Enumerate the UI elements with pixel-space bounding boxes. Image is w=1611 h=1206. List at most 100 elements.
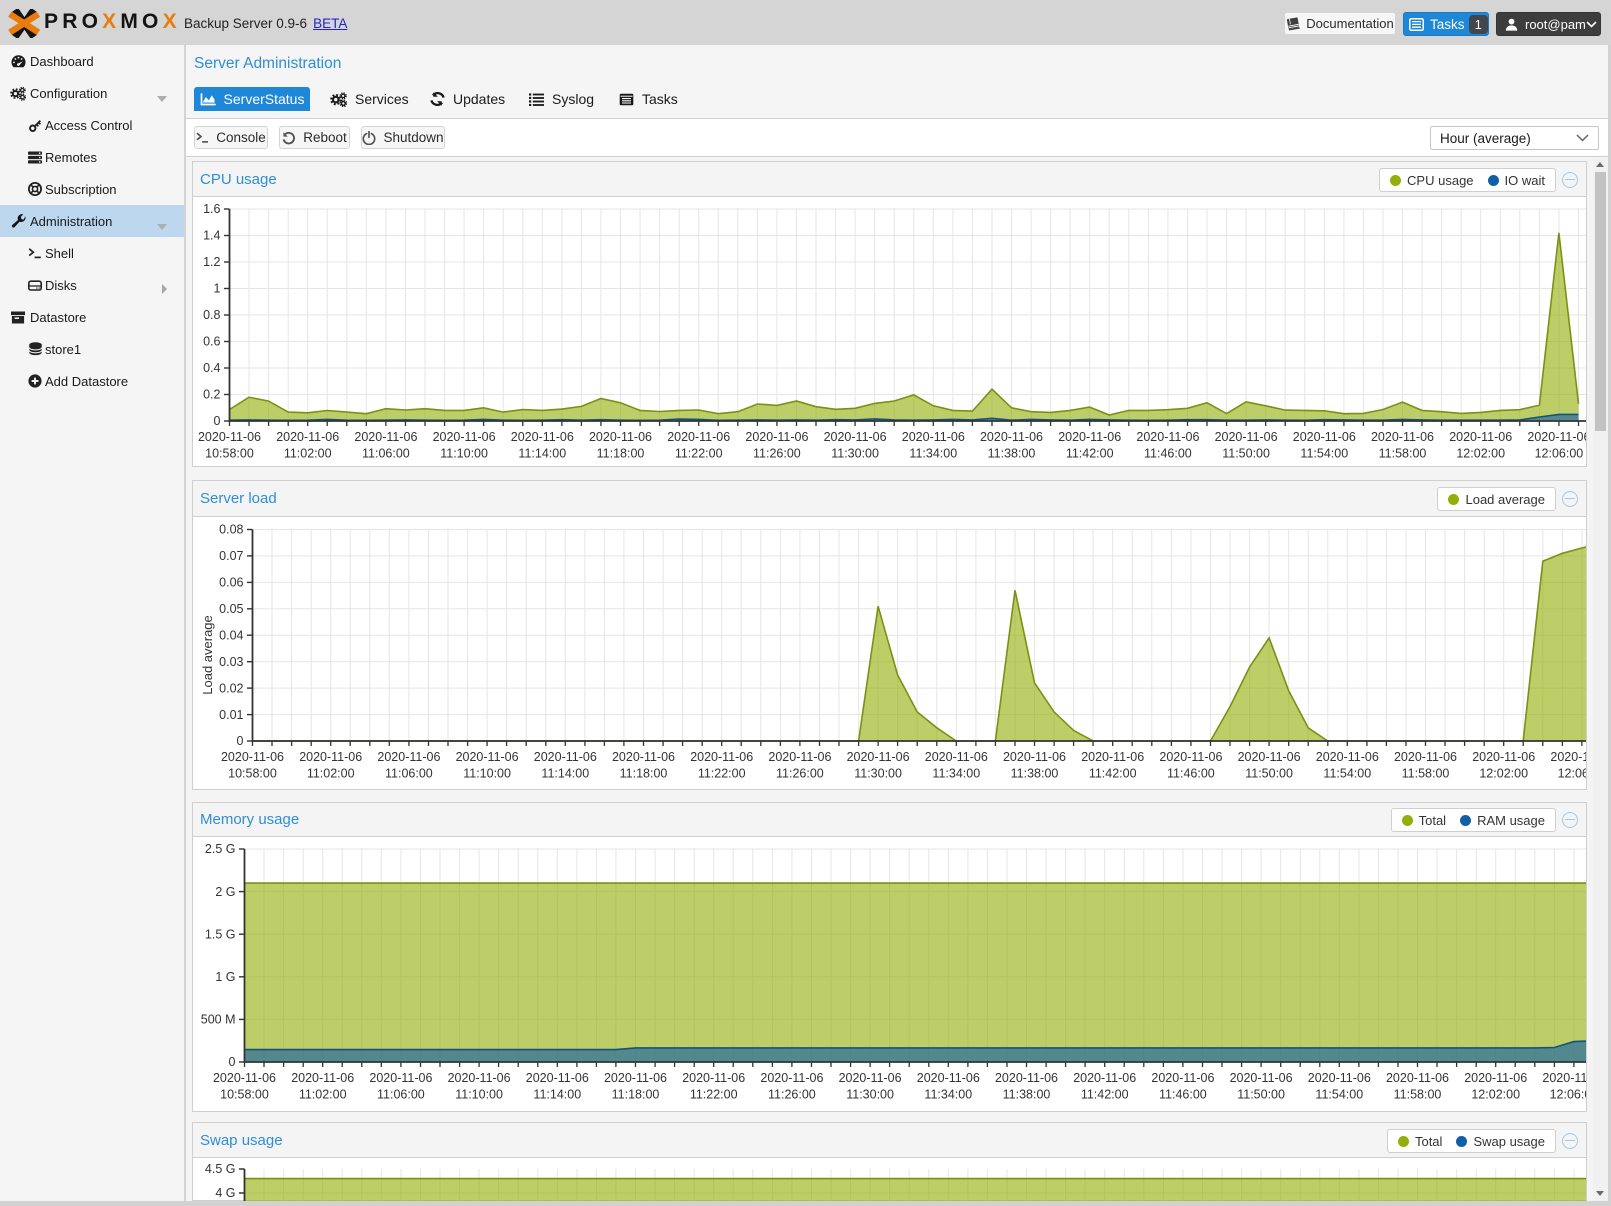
svg-text:0: 0 bbox=[214, 414, 221, 428]
svg-text:0.03: 0.03 bbox=[219, 655, 243, 669]
svg-text:2020-11-06: 2020-11-06 bbox=[1159, 750, 1222, 764]
svg-text:500 M: 500 M bbox=[201, 1013, 236, 1027]
svg-text:1.4: 1.4 bbox=[203, 229, 220, 243]
svg-text:11:22:00: 11:22:00 bbox=[675, 447, 723, 461]
svg-text:11:22:00: 11:22:00 bbox=[690, 1088, 738, 1102]
svg-text:2020-11-06: 2020-11-06 bbox=[1151, 1071, 1214, 1085]
svg-text:11:54:00: 11:54:00 bbox=[1323, 767, 1371, 781]
svg-text:2020-11-06: 2020-11-06 bbox=[589, 430, 652, 444]
svg-text:2020-11-06: 2020-11-06 bbox=[1293, 430, 1356, 444]
svg-text:0.04: 0.04 bbox=[219, 629, 243, 643]
svg-text:0.6: 0.6 bbox=[203, 335, 220, 349]
svg-text:11:54:00: 11:54:00 bbox=[1315, 1088, 1363, 1102]
svg-text:1.6: 1.6 bbox=[203, 202, 220, 216]
svg-text:2020-11-06: 2020-11-06 bbox=[604, 1071, 667, 1085]
svg-text:2020-11-06: 2020-11-06 bbox=[1527, 430, 1586, 444]
svg-text:11:34:00: 11:34:00 bbox=[924, 1088, 972, 1102]
svg-text:2020-11-06: 2020-11-06 bbox=[1238, 750, 1301, 764]
svg-text:2020-11-06: 2020-11-06 bbox=[1316, 750, 1379, 764]
svg-text:2020-11-06: 2020-11-06 bbox=[902, 430, 965, 444]
svg-text:2020-11-06: 2020-11-06 bbox=[1308, 1071, 1371, 1085]
svg-text:11:18:00: 11:18:00 bbox=[612, 1088, 660, 1102]
svg-text:2020-11-06: 2020-11-06 bbox=[824, 430, 887, 444]
svg-text:2020-11-06: 2020-11-06 bbox=[1230, 1071, 1293, 1085]
svg-text:2020-11-06: 2020-11-06 bbox=[925, 750, 988, 764]
svg-text:2020-11-06: 2020-11-06 bbox=[534, 750, 597, 764]
svg-text:2020-11-06: 2020-11-06 bbox=[995, 1071, 1058, 1085]
svg-text:11:14:00: 11:14:00 bbox=[541, 767, 589, 781]
svg-text:2020-11-06: 2020-11-06 bbox=[354, 430, 417, 444]
svg-text:10:58:00: 10:58:00 bbox=[220, 1088, 269, 1102]
svg-text:11:38:00: 11:38:00 bbox=[1011, 767, 1059, 781]
svg-text:2020-11-06: 2020-11-06 bbox=[839, 1071, 902, 1085]
svg-text:2020-11-06: 2020-11-06 bbox=[291, 1071, 354, 1085]
svg-text:11:50:00: 11:50:00 bbox=[1245, 767, 1293, 781]
svg-text:11:38:00: 11:38:00 bbox=[988, 447, 1036, 461]
svg-text:1.5 G: 1.5 G bbox=[205, 927, 236, 941]
svg-text:2020-11-06: 2020-11-06 bbox=[980, 430, 1043, 444]
svg-text:0.05: 0.05 bbox=[219, 602, 243, 616]
svg-text:2020-11-06: 2020-11-06 bbox=[1003, 750, 1066, 764]
svg-text:11:10:00: 11:10:00 bbox=[463, 767, 511, 781]
svg-text:11:46:00: 11:46:00 bbox=[1144, 447, 1192, 461]
svg-text:1.2: 1.2 bbox=[203, 255, 220, 269]
svg-text:0: 0 bbox=[237, 734, 244, 748]
svg-text:2020-11-06: 2020-11-06 bbox=[667, 430, 730, 444]
svg-text:0.01: 0.01 bbox=[219, 708, 243, 722]
svg-text:2020-11-06: 2020-11-06 bbox=[1371, 430, 1434, 444]
svg-text:2020-11-06: 2020-11-06 bbox=[377, 750, 440, 764]
svg-text:11:26:00: 11:26:00 bbox=[753, 447, 801, 461]
svg-text:11:14:00: 11:14:00 bbox=[518, 447, 566, 461]
svg-text:2020-11-06: 2020-11-06 bbox=[690, 750, 753, 764]
svg-text:11:30:00: 11:30:00 bbox=[854, 767, 902, 781]
svg-text:2020-11-06: 2020-11-06 bbox=[1550, 750, 1586, 764]
svg-text:11:50:00: 11:50:00 bbox=[1222, 447, 1270, 461]
svg-text:11:42:00: 11:42:00 bbox=[1089, 767, 1137, 781]
svg-text:11:18:00: 11:18:00 bbox=[597, 447, 645, 461]
svg-text:2020-11-06: 2020-11-06 bbox=[1472, 750, 1535, 764]
svg-text:2020-11-06: 2020-11-06 bbox=[1073, 1071, 1136, 1085]
svg-text:2020-11-06: 2020-11-06 bbox=[1136, 430, 1199, 444]
svg-text:2020-11-06: 2020-11-06 bbox=[1058, 430, 1121, 444]
svg-text:11:50:00: 11:50:00 bbox=[1237, 1088, 1285, 1102]
svg-text:2020-11-06: 2020-11-06 bbox=[745, 430, 808, 444]
svg-text:2020-11-06: 2020-11-06 bbox=[1386, 1071, 1449, 1085]
svg-text:11:30:00: 11:30:00 bbox=[846, 1088, 894, 1102]
svg-text:11:02:00: 11:02:00 bbox=[284, 447, 332, 461]
svg-text:11:22:00: 11:22:00 bbox=[698, 767, 746, 781]
svg-text:2020-11-06: 2020-11-06 bbox=[1394, 750, 1457, 764]
svg-text:4.5 G: 4.5 G bbox=[205, 1162, 236, 1176]
svg-text:11:10:00: 11:10:00 bbox=[440, 447, 488, 461]
svg-text:2020-11-06: 2020-11-06 bbox=[1464, 1071, 1527, 1085]
svg-text:11:06:00: 11:06:00 bbox=[385, 767, 433, 781]
svg-text:2020-11-06: 2020-11-06 bbox=[456, 750, 519, 764]
svg-text:11:34:00: 11:34:00 bbox=[932, 767, 980, 781]
svg-text:12:02:00: 12:02:00 bbox=[1479, 767, 1528, 781]
svg-text:2020-11-06: 2020-11-06 bbox=[276, 430, 339, 444]
svg-text:11:46:00: 11:46:00 bbox=[1159, 1088, 1207, 1102]
svg-text:2020-11-06: 2020-11-06 bbox=[847, 750, 910, 764]
svg-text:12:06:00: 12:06:00 bbox=[1550, 1088, 1586, 1102]
svg-text:2020-11-06: 2020-11-06 bbox=[221, 750, 284, 764]
svg-text:11:58:00: 11:58:00 bbox=[1394, 1088, 1442, 1102]
svg-text:4 G: 4 G bbox=[215, 1186, 235, 1200]
svg-text:12:02:00: 12:02:00 bbox=[1471, 1088, 1520, 1102]
svg-text:2020-11-06: 2020-11-06 bbox=[213, 1071, 276, 1085]
svg-text:2020-11-06: 2020-11-06 bbox=[511, 430, 574, 444]
svg-text:11:46:00: 11:46:00 bbox=[1167, 767, 1215, 781]
svg-text:12:02:00: 12:02:00 bbox=[1456, 447, 1505, 461]
svg-text:2020-11-06: 2020-11-06 bbox=[299, 750, 362, 764]
svg-text:11:30:00: 11:30:00 bbox=[831, 447, 879, 461]
svg-text:0.06: 0.06 bbox=[219, 576, 243, 590]
svg-text:11:26:00: 11:26:00 bbox=[776, 767, 824, 781]
svg-text:2020-11-06: 2020-11-06 bbox=[1215, 430, 1278, 444]
svg-text:0.02: 0.02 bbox=[219, 681, 243, 695]
svg-text:2020-11-06: 2020-11-06 bbox=[682, 1071, 745, 1085]
svg-text:11:14:00: 11:14:00 bbox=[533, 1088, 581, 1102]
svg-text:11:02:00: 11:02:00 bbox=[299, 1088, 347, 1102]
svg-text:2020-11-06: 2020-11-06 bbox=[1449, 430, 1512, 444]
svg-text:11:58:00: 11:58:00 bbox=[1402, 767, 1450, 781]
svg-text:0.08: 0.08 bbox=[219, 523, 243, 537]
svg-text:11:58:00: 11:58:00 bbox=[1379, 447, 1427, 461]
svg-text:11:06:00: 11:06:00 bbox=[362, 447, 410, 461]
